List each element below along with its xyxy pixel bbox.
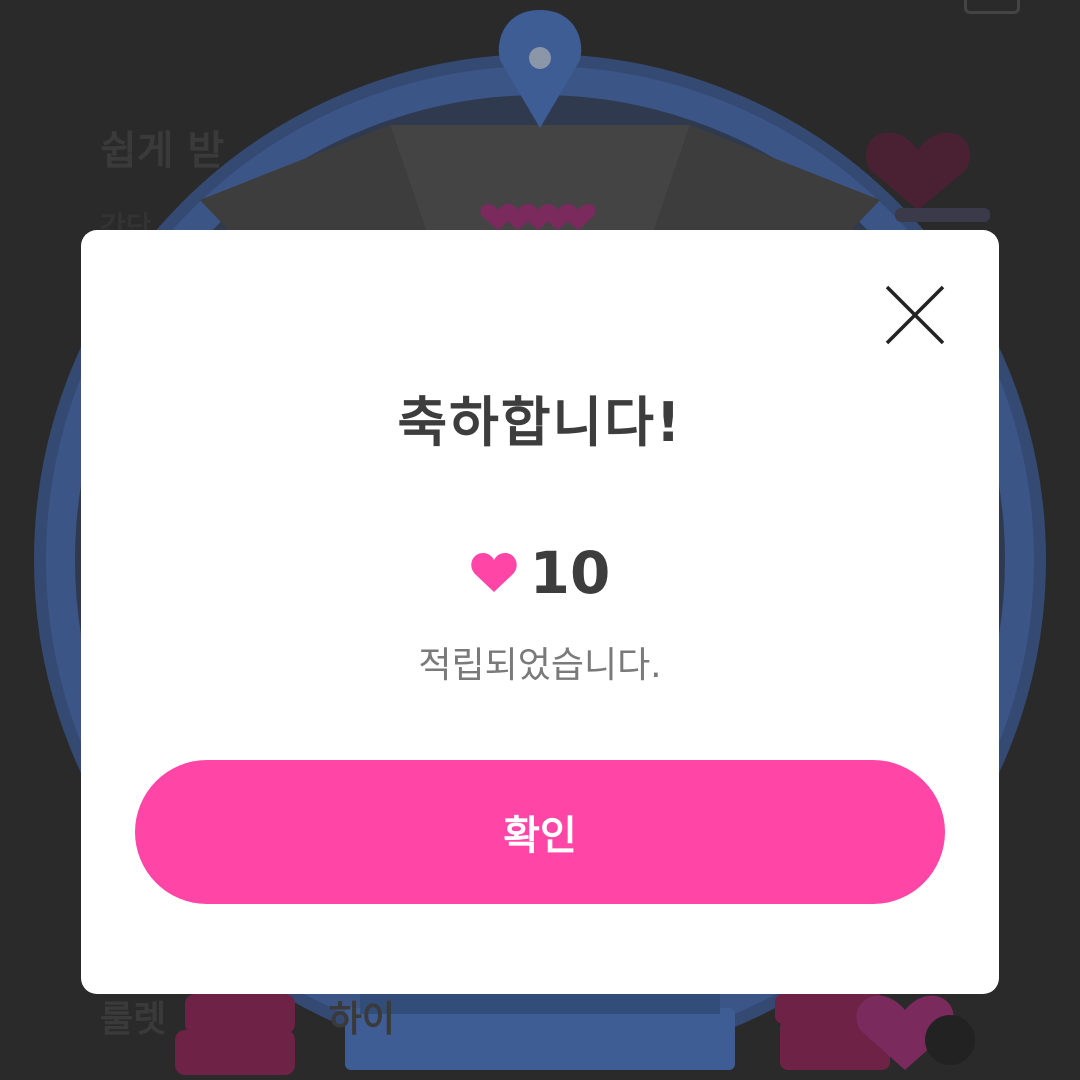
close-button[interactable] [880, 280, 950, 350]
heart-icon [470, 553, 517, 592]
reward-amount: 10 [529, 539, 611, 607]
reward-row: 10 [81, 538, 999, 608]
close-icon[interactable] [880, 280, 950, 350]
confirm-button[interactable]: 확인 [135, 760, 945, 904]
background-bottom-text: 룰렛 하이 [100, 990, 395, 1042]
modal-title: 축하합니다! [397, 391, 683, 454]
background-bottom-text-2: 하이 [328, 999, 396, 1040]
background-bottom-text-1: 룰렛 [100, 999, 167, 1040]
wheel-stand [345, 1008, 735, 1070]
background-title: 쉽게 받 [100, 128, 225, 174]
reward-message: 적립되었습니다. [418, 645, 662, 686]
top-right-corner-element [964, 0, 1020, 14]
